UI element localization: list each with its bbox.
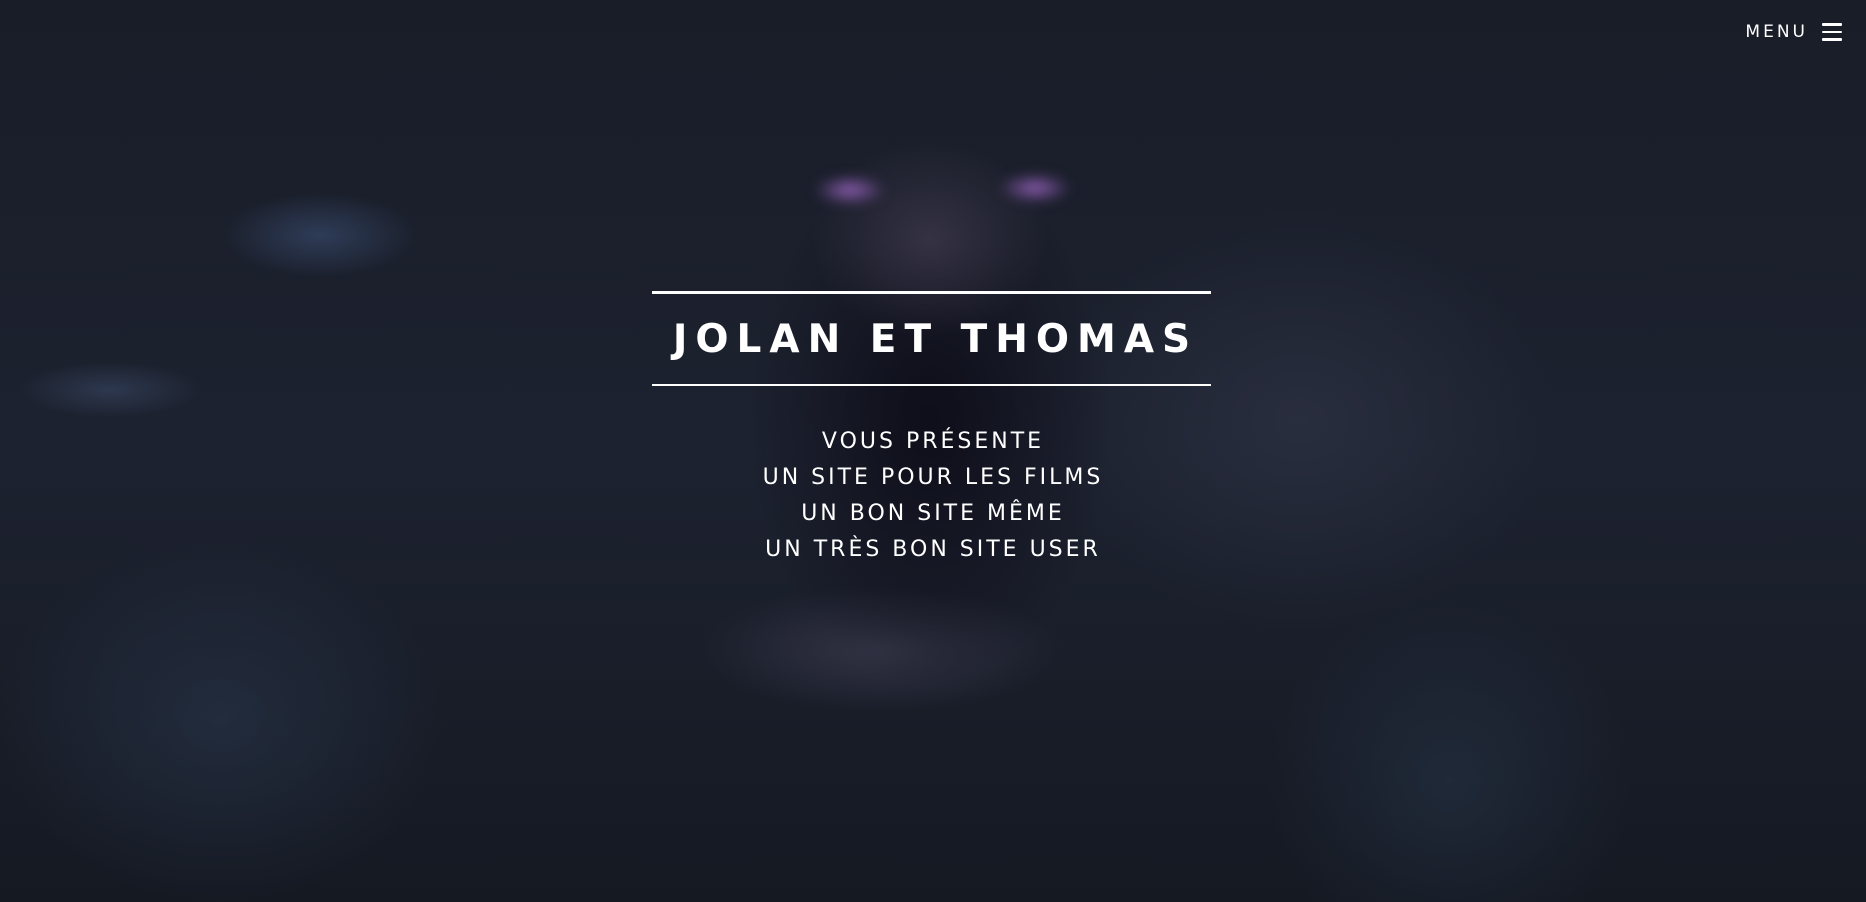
- title-block: JOLAN ET THOMAS: [652, 291, 1211, 386]
- background-image-detail: [815, 176, 885, 204]
- tagline-line: UN SITE POUR LES FILMS: [762, 465, 1104, 490]
- menu-label: MENU: [1745, 22, 1808, 42]
- tagline-line: UN TRÈS BON SITE USER: [765, 537, 1101, 562]
- tagline: VOUS PRÉSENTE UN SITE POUR LES FILMS UN …: [0, 424, 1866, 568]
- hero-background: MENU JOLAN ET THOMAS VOUS PRÉSENTE UN SI…: [0, 0, 1866, 902]
- tagline-line: VOUS PRÉSENTE: [821, 429, 1045, 454]
- site-title: JOLAN ET THOMAS: [672, 316, 1199, 362]
- hamburger-icon[interactable]: [1822, 23, 1842, 41]
- menu-toggle-button[interactable]: MENU: [1745, 22, 1842, 42]
- background-image-detail: [1000, 174, 1070, 202]
- tagline-line: UN BON SITE MÊME: [801, 501, 1065, 526]
